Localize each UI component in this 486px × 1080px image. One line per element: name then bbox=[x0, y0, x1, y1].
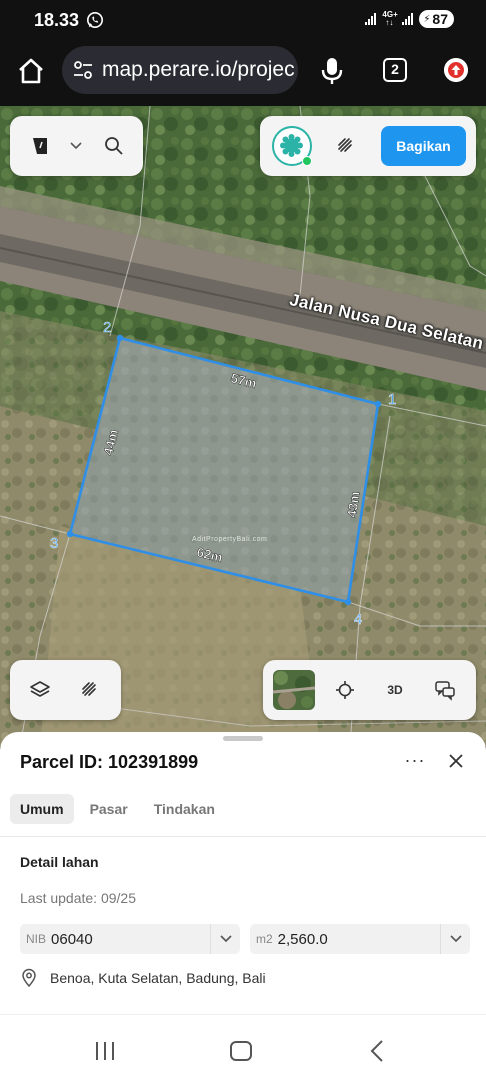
network-type: 4G+ ↑↓ bbox=[382, 11, 397, 27]
home-icon[interactable] bbox=[16, 56, 46, 86]
area-field[interactable]: m2 2,560.0 bbox=[250, 924, 470, 954]
parcel-vertex-4[interactable] bbox=[344, 598, 352, 606]
status-bar: 18.33 4G+ ↑↓ ⚡ 87 bbox=[0, 0, 486, 40]
active-indicator bbox=[302, 156, 312, 166]
nib-field[interactable]: NIB 06040 bbox=[20, 924, 240, 954]
whatsapp-icon bbox=[86, 11, 104, 29]
satellite-map[interactable]: 1 2 3 4 57m 44m 62m 43m Jalan Nusa Dua S… bbox=[0, 106, 486, 746]
ruler-icon[interactable] bbox=[26, 132, 54, 160]
map-layer-controls bbox=[10, 660, 121, 720]
satellite-thumbnail[interactable] bbox=[273, 670, 315, 710]
signal-icon bbox=[365, 13, 377, 25]
location-pin-icon bbox=[22, 968, 36, 988]
vertex-label-2: 2 bbox=[103, 319, 111, 336]
tab-tindakan[interactable]: Tindakan bbox=[144, 794, 225, 824]
system-nav-bar bbox=[0, 1014, 486, 1080]
home-button-icon[interactable] bbox=[230, 1041, 252, 1061]
recent-apps-icon[interactable] bbox=[94, 1041, 116, 1061]
share-button[interactable]: Bagikan bbox=[381, 126, 466, 166]
parcel-detail-sheet: Parcel ID: 102391899 ··· Umum Pasar Tind… bbox=[0, 732, 486, 1014]
vertex-label-3: 3 bbox=[50, 535, 58, 552]
search-icon[interactable] bbox=[100, 132, 128, 160]
location-text: Benoa, Kuta Selatan, Badung, Bali bbox=[50, 970, 266, 986]
draw-icon[interactable] bbox=[332, 132, 360, 160]
parcel-title: Parcel ID: 102391899 bbox=[20, 752, 199, 772]
chevron-down-icon[interactable] bbox=[440, 924, 470, 954]
feedback-icon[interactable] bbox=[431, 676, 459, 704]
measure-icon[interactable] bbox=[76, 676, 104, 704]
chevron-down-icon[interactable] bbox=[210, 924, 240, 954]
parcel-vertex-2[interactable] bbox=[116, 334, 124, 342]
tab-switcher-button[interactable]: 2 bbox=[383, 58, 407, 82]
nib-prefix: NIB bbox=[26, 932, 47, 946]
screen: 18.33 4G+ ↑↓ ⚡ 87 map.perare.io/projec 2… bbox=[0, 0, 486, 1080]
map-tools-panel bbox=[10, 116, 143, 176]
section-title: Detail lahan bbox=[20, 854, 99, 870]
tune-icon[interactable] bbox=[72, 59, 94, 81]
signal-icon-2 bbox=[402, 13, 414, 25]
divider bbox=[0, 836, 486, 837]
battery-icon: ⚡ 87 bbox=[419, 10, 454, 28]
location-row: Benoa, Kuta Selatan, Badung, Bali bbox=[20, 968, 266, 988]
vertex-label-4: 4 bbox=[354, 611, 362, 628]
3d-view-button[interactable]: 3D bbox=[381, 676, 409, 704]
sheet-tabs: Umum Pasar Tindakan bbox=[10, 794, 225, 824]
nib-value: 06040 bbox=[51, 930, 93, 948]
locate-icon[interactable] bbox=[331, 676, 359, 704]
update-icon[interactable] bbox=[444, 58, 468, 82]
parcel-vertex-3[interactable] bbox=[66, 530, 74, 538]
vertex-label-1: 1 bbox=[388, 391, 396, 408]
tab-pasar[interactable]: Pasar bbox=[80, 794, 138, 824]
layer-filter-icon[interactable] bbox=[272, 126, 312, 166]
watermark: AditPropertyBali.com bbox=[192, 536, 268, 543]
chevron-down-icon[interactable] bbox=[66, 136, 86, 156]
map-view-controls: 3D bbox=[263, 660, 476, 720]
close-icon[interactable] bbox=[445, 750, 467, 772]
battery-level: 87 bbox=[432, 11, 448, 27]
browser-toolbar: map.perare.io/projec 2 bbox=[0, 40, 486, 106]
more-options-icon[interactable]: ··· bbox=[404, 750, 426, 772]
area-value: 2,560.0 bbox=[277, 930, 328, 948]
map-actions-panel: Bagikan bbox=[260, 116, 476, 176]
back-icon[interactable] bbox=[368, 1039, 386, 1063]
last-update: Last update: 09/25 bbox=[20, 890, 136, 906]
network-activity-label: ↑↓ bbox=[385, 18, 394, 27]
layers-icon[interactable] bbox=[26, 676, 54, 704]
status-time: 18.33 bbox=[34, 10, 80, 30]
drag-handle[interactable] bbox=[223, 736, 263, 741]
tab-umum[interactable]: Umum bbox=[10, 794, 74, 824]
map-imagery[interactable]: 1 2 3 4 57m 44m 62m 43m bbox=[0, 106, 486, 746]
url-text: map.perare.io/projec bbox=[102, 58, 295, 81]
status-indicators: 4G+ ↑↓ ⚡ 87 bbox=[365, 10, 454, 28]
address-bar[interactable]: map.perare.io/projec bbox=[62, 46, 298, 94]
area-prefix: m2 bbox=[256, 932, 273, 946]
parcel-vertex-1[interactable] bbox=[374, 400, 382, 408]
mic-icon[interactable] bbox=[318, 56, 346, 86]
